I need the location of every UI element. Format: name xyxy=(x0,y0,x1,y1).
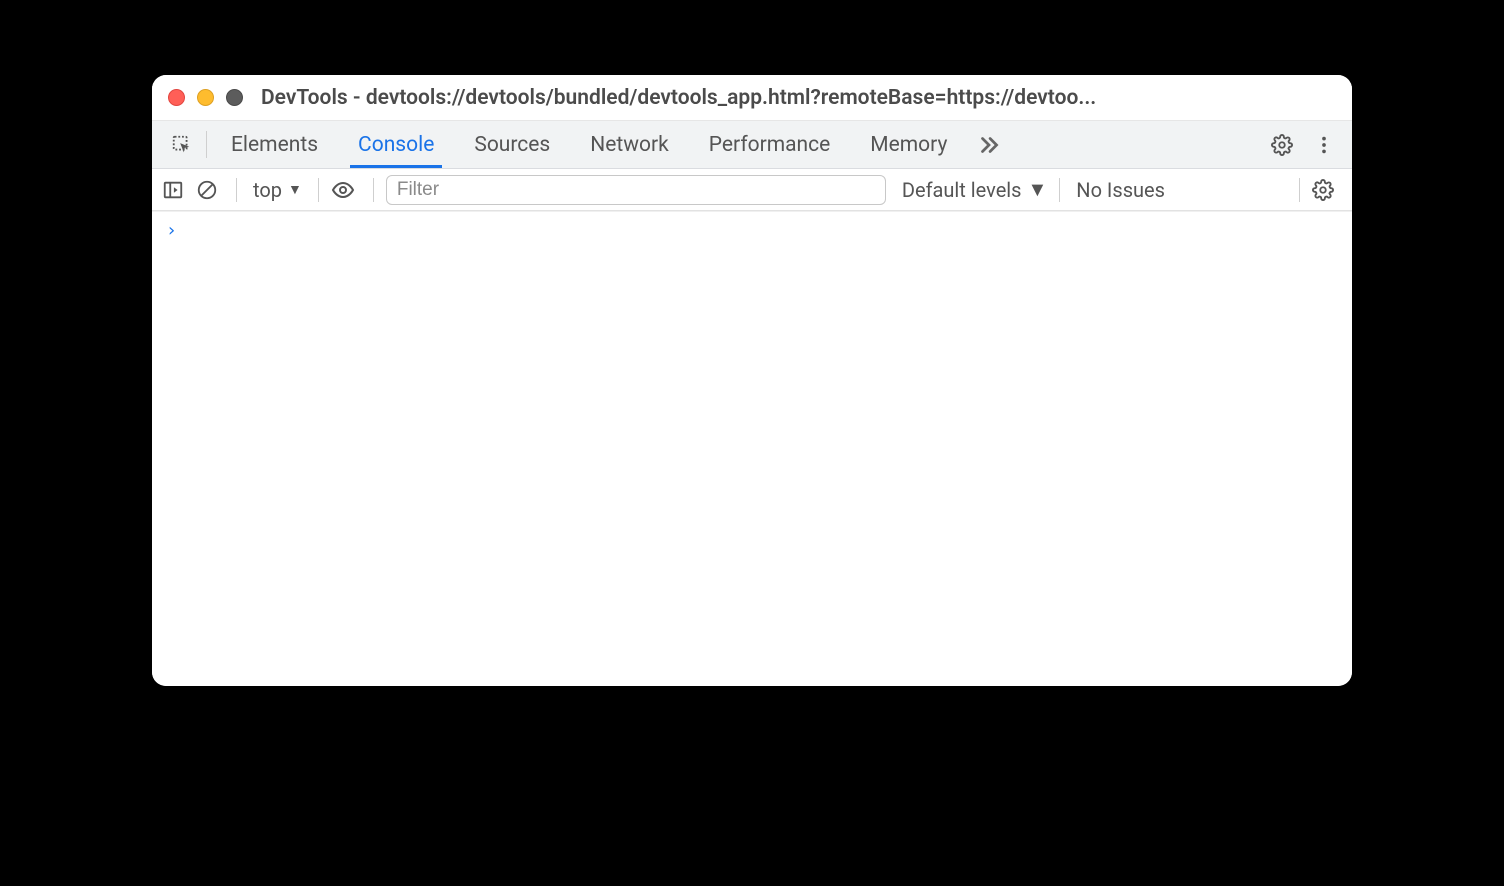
tab-memory[interactable]: Memory xyxy=(850,121,967,168)
chevron-down-icon: ▼ xyxy=(1028,177,1048,202)
console-prompt-icon: › xyxy=(166,220,177,241)
chevron-down-icon: ▼ xyxy=(288,181,302,198)
zoom-window-button[interactable] xyxy=(226,89,243,106)
tab-network[interactable]: Network xyxy=(570,121,689,168)
window-controls xyxy=(168,89,243,106)
tab-sources[interactable]: Sources xyxy=(454,121,570,168)
filter-input[interactable] xyxy=(386,175,886,205)
main-tabbar: Elements Console Sources Network Perform… xyxy=(152,121,1352,169)
tab-label: Performance xyxy=(709,133,830,157)
context-selector[interactable]: top ▼ xyxy=(249,178,306,202)
close-window-button[interactable] xyxy=(168,89,185,106)
minimize-window-button[interactable] xyxy=(197,89,214,106)
context-label: top xyxy=(253,178,282,202)
window-title: DevTools - devtools://devtools/bundled/d… xyxy=(261,86,1336,110)
console-settings-icon[interactable] xyxy=(1312,179,1342,201)
issues-button[interactable]: No Issues xyxy=(1072,178,1169,202)
tabs: Elements Console Sources Network Perform… xyxy=(211,121,1262,168)
separator xyxy=(1299,178,1300,202)
levels-label: Default levels xyxy=(902,178,1022,202)
live-expression-icon[interactable] xyxy=(331,178,361,202)
titlebar: DevTools - devtools://devtools/bundled/d… xyxy=(152,75,1352,121)
separator xyxy=(236,178,237,202)
tab-elements[interactable]: Elements xyxy=(211,121,338,168)
inspect-element-icon[interactable] xyxy=(162,121,202,168)
tab-label: Memory xyxy=(870,133,947,157)
toggle-sidebar-icon[interactable] xyxy=(162,179,190,201)
tab-label: Elements xyxy=(231,133,318,157)
separator xyxy=(373,178,374,202)
clear-console-icon[interactable] xyxy=(196,179,224,201)
log-levels-selector[interactable]: Default levels ▼ xyxy=(892,177,1047,202)
tab-console[interactable]: Console xyxy=(338,121,454,168)
settings-icon[interactable] xyxy=(1262,134,1302,156)
tab-performance[interactable]: Performance xyxy=(689,121,850,168)
separator xyxy=(206,131,207,158)
more-tabs-button[interactable] xyxy=(967,121,1011,168)
tab-label: Network xyxy=(590,133,669,157)
console-toolbar: top ▼ Default levels ▼ No Issues xyxy=(152,169,1352,211)
tabbar-right xyxy=(1262,121,1344,168)
console-body[interactable]: › xyxy=(152,211,1352,686)
tab-label: Sources xyxy=(474,133,550,157)
issues-label: No Issues xyxy=(1076,178,1165,202)
devtools-window: DevTools - devtools://devtools/bundled/d… xyxy=(152,75,1352,686)
tab-label: Console xyxy=(358,133,434,157)
separator xyxy=(318,178,319,202)
separator xyxy=(1059,178,1060,202)
kebab-menu-icon[interactable] xyxy=(1304,134,1344,156)
